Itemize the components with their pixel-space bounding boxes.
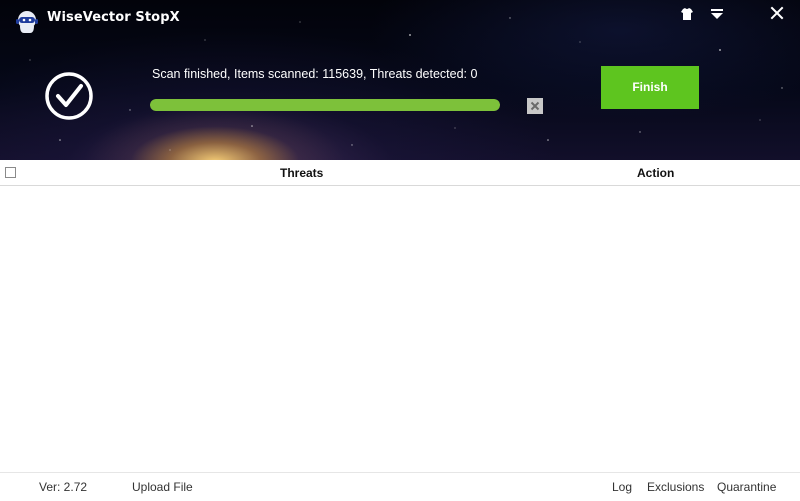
scan-progress-fill [150,99,500,111]
scan-complete-check-icon [45,72,93,120]
app-title: WiseVector StopX [47,10,180,25]
cancel-scan-button[interactable] [527,98,543,114]
close-button[interactable] [767,5,787,23]
skin-button[interactable] [677,5,697,23]
scan-progress-bar [150,99,500,111]
menu-button[interactable] [707,5,727,23]
column-header-threats: Threats [280,166,324,180]
threats-table-header: Threats Action [0,161,800,186]
quarantine-link[interactable]: Quarantine [717,480,776,494]
close-icon [770,6,784,20]
select-all-checkbox[interactable] [5,167,16,178]
footer-bar: Ver: 2.72 Upload File Log Exclusions Qua… [0,472,800,501]
header-banner: WiseVector StopX Scan finished, Items sc… [0,0,800,160]
tshirt-skin-icon [681,8,693,20]
finish-button[interactable]: Finish [601,66,699,109]
app-logo-icon [16,11,38,33]
upload-file-link[interactable]: Upload File [132,480,193,494]
exclusions-link[interactable]: Exclusions [647,480,704,494]
close-icon [530,101,540,111]
version-label: Ver: 2.72 [39,480,88,494]
log-link[interactable]: Log [612,480,632,494]
threat-list [0,186,800,472]
column-header-action: Action [637,166,675,180]
menu-dropdown-icon [711,9,723,19]
scan-status-text: Scan finished, Items scanned: 115639, Th… [152,67,478,81]
